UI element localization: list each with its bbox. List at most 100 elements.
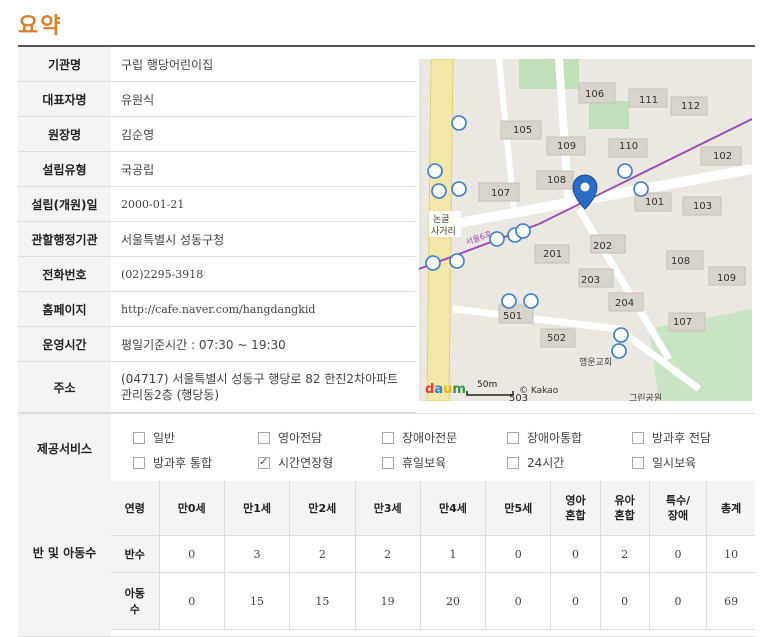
- service-disability-integrated[interactable]: 장애아통합: [507, 429, 582, 446]
- class-header-8: 유아 혼합: [599, 481, 650, 536]
- address-line1: (04717) 서울특별시 성동구 행당로 82 한진2차아파트: [121, 372, 399, 386]
- svg-text:105: 105: [513, 125, 532, 136]
- location-map[interactable]: 106 111 112 105 109 110 102 107 108 101 …: [419, 59, 752, 401]
- office-label: 관할행정기관: [18, 221, 111, 257]
- class-cell-0-1: 3: [223, 535, 291, 573]
- class-cell-1-6: 0: [550, 572, 601, 630]
- homepage-link[interactable]: http://cafe.naver.com/hangdangkid: [111, 291, 415, 327]
- info-table: 기관명 구립 행당어린이집 대표자명 유원식 원장명 김순영 설립유형 국공립 설립(개…: [18, 47, 415, 413]
- class-header-0: 연령: [111, 481, 160, 536]
- svg-text:101: 101: [645, 197, 664, 208]
- service-holiday[interactable]: 휴일보육: [382, 454, 446, 471]
- class-cell-0-6: 0: [550, 535, 601, 573]
- checkbox-icon[interactable]: [632, 431, 644, 444]
- svg-text:110: 110: [619, 141, 638, 152]
- service-temporary[interactable]: 일시보육: [632, 454, 696, 471]
- classes-label: 반 및 아동수: [18, 481, 111, 623]
- svg-text:논골: 논골: [433, 214, 450, 225]
- class-header-2: 만1세: [223, 481, 291, 536]
- checkbox-icon[interactable]: [382, 431, 394, 444]
- class-row-label-1: 아동 수: [111, 572, 160, 630]
- class-cell-0-7: 2: [599, 535, 650, 573]
- checkbox-icon[interactable]: [258, 431, 270, 444]
- checkbox-icon[interactable]: [133, 431, 145, 444]
- svg-text:501: 501: [503, 311, 522, 322]
- svg-text:201: 201: [543, 249, 562, 260]
- rep-label: 대표자명: [18, 81, 111, 117]
- svg-text:행운교회: 행운교회: [579, 356, 612, 368]
- checkbox-icon[interactable]: [507, 431, 519, 444]
- svg-text:109: 109: [557, 141, 576, 152]
- class-cell-1-9: 69: [706, 572, 755, 630]
- org-name-value: 구립 행당어린이집: [111, 47, 415, 82]
- svg-text:© Kakao: © Kakao: [519, 386, 559, 396]
- map-bldg-106: 106: [585, 89, 604, 100]
- class-cell-1-5: 0: [485, 572, 552, 630]
- svg-text:111: 111: [639, 95, 658, 106]
- svg-text:108: 108: [547, 175, 566, 186]
- classes-section: 반 및 아동수 연령 만0세 만1세 만2세 만3세 만4세 만5세 영아 혼합 유아 혼합 특수/장…: [18, 481, 755, 637]
- checkbox-checked-icon[interactable]: [258, 455, 270, 469]
- svg-text:그린공원: 그린공원: [629, 393, 662, 401]
- class-header-10: 총계: [706, 481, 755, 536]
- service-afterschool-integrated[interactable]: 방과후 통합: [133, 454, 212, 471]
- service-extended-hours[interactable]: 시간연장형: [258, 454, 333, 471]
- section-title: 요약: [18, 14, 63, 39]
- phone-label: 전화번호: [18, 256, 111, 292]
- checkbox-icon[interactable]: [382, 456, 394, 469]
- office-value: 서울특별시 성동구청: [111, 221, 415, 257]
- rep-value: 유원식: [111, 81, 415, 117]
- service-24h[interactable]: 24시간: [507, 454, 564, 471]
- svg-text:502: 502: [547, 333, 566, 344]
- class-header-7: 영아 혼합: [550, 481, 601, 536]
- svg-text:daum: daum: [425, 382, 466, 397]
- class-cell-0-9: 10: [706, 535, 755, 573]
- checkbox-icon[interactable]: [133, 456, 145, 469]
- bottom-strip: [18, 622, 111, 636]
- class-cell-1-7: 0: [599, 572, 650, 630]
- class-cell-1-3: 19: [354, 572, 421, 630]
- svg-text:107: 107: [673, 317, 692, 328]
- svg-text:사거리: 사거리: [431, 226, 456, 237]
- service-infant[interactable]: 영아전담: [258, 429, 322, 446]
- hours-label: 운영시간: [18, 326, 111, 362]
- class-header-5: 만4세: [419, 481, 487, 536]
- class-cell-1-8: 0: [648, 572, 708, 630]
- director-label: 원장명: [18, 116, 111, 152]
- svg-text:109: 109: [717, 273, 736, 284]
- checkbox-icon[interactable]: [507, 456, 519, 469]
- class-cell-1-4: 20: [419, 572, 487, 630]
- type-label: 설립유형: [18, 151, 111, 187]
- svg-text:108: 108: [671, 256, 690, 267]
- class-cell-1-0: 0: [158, 572, 225, 630]
- service-afterschool-dedicated[interactable]: 방과후 전담: [632, 429, 711, 446]
- address-value: (04717) 서울특별시 성동구 행당로 82 한진2차아파트관리동2층 (행…: [111, 361, 415, 413]
- class-cell-1-2: 15: [289, 572, 356, 630]
- svg-text:102: 102: [713, 151, 732, 162]
- phone-value: (02)2295-3918: [111, 256, 415, 292]
- service-general[interactable]: 일반: [133, 429, 175, 446]
- svg-text:112: 112: [681, 101, 700, 112]
- service-disability-special[interactable]: 장애아전문: [382, 429, 457, 446]
- svg-text:202: 202: [593, 241, 612, 252]
- classes-table: 연령 만0세 만1세 만2세 만3세 만4세 만5세 영아 혼합 유아 혼합 특수/장애 총계 반수 0 3…: [111, 481, 755, 630]
- checkbox-icon[interactable]: [632, 456, 644, 469]
- summary-page: 요약 기관명 구립 행당어린이집 대표자명 유원식 원장명 김순영 설립유형 국공립 설…: [0, 0, 773, 637]
- homepage-label: 홈페이지: [18, 291, 111, 327]
- class-header-3: 만2세: [289, 481, 356, 536]
- class-header-4: 만3세: [354, 481, 421, 536]
- class-cell-0-0: 0: [158, 535, 225, 573]
- svg-text:107: 107: [491, 188, 510, 199]
- type-value: 국공립: [111, 151, 415, 187]
- class-header-6: 만5세: [485, 481, 552, 536]
- class-cell-0-3: 2: [354, 535, 421, 573]
- class-cell-1-1: 15: [223, 572, 291, 630]
- svg-text:103: 103: [693, 201, 712, 212]
- address-line2: 관리동2층 (행당동): [121, 388, 220, 402]
- map-canvas: 106 111 112 105 109 110 102 107 108 101 …: [419, 59, 752, 401]
- services-section: 제공서비스 일반 영아전담 장애아전문 장애아통합 방과후 전담 방과후 통합 …: [18, 413, 755, 483]
- class-header-1: 만0세: [158, 481, 225, 536]
- svg-text:50m: 50m: [477, 380, 497, 390]
- class-row-label-0: 반수: [111, 535, 160, 573]
- director-value: 김순영: [111, 116, 415, 152]
